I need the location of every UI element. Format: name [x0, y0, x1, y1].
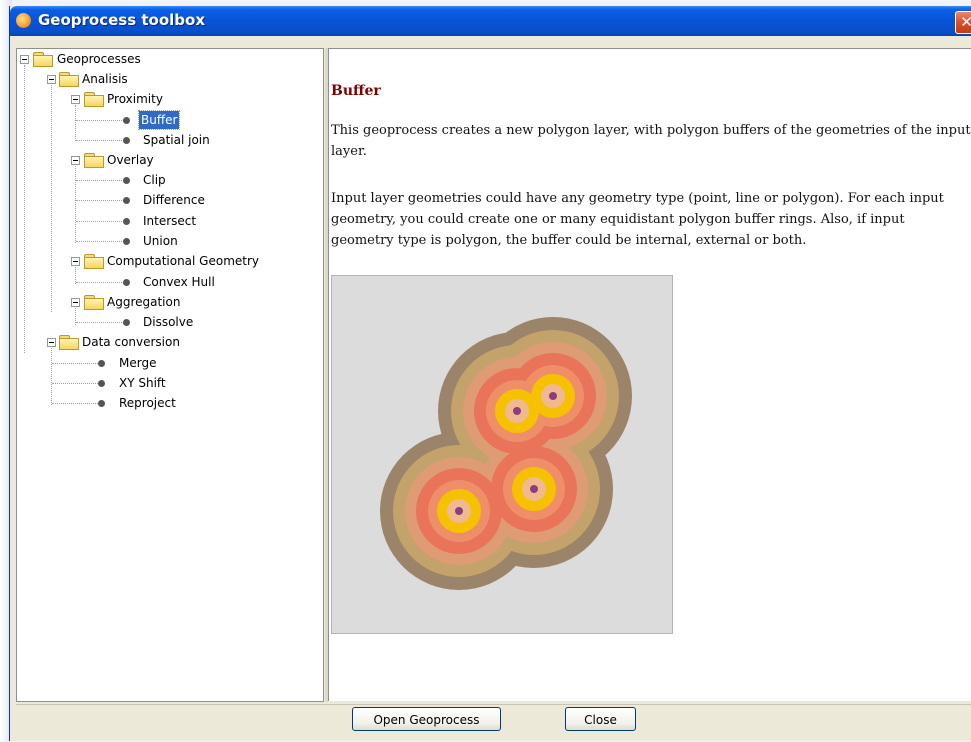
tree-node-clip[interactable]: Clip	[17, 171, 317, 189]
tree-label: Union	[143, 234, 178, 248]
help-paragraph-1: This geoprocess creates a new polygon la…	[331, 123, 971, 159]
collapse-icon[interactable]	[47, 75, 56, 84]
tree-label: Convex Hull	[143, 275, 215, 289]
tree-connector	[76, 282, 126, 283]
tree-label: Clip	[143, 173, 166, 187]
input-point	[513, 407, 521, 415]
tree-node-convex-hull[interactable]: Convex Hull	[17, 273, 317, 291]
leaf-bullet-icon	[98, 380, 105, 387]
leaf-bullet-icon	[123, 197, 130, 204]
window-title: Geoprocess toolbox	[38, 11, 206, 29]
leaf-bullet-icon	[98, 360, 105, 367]
open-geoprocess-button[interactable]: Open Geoprocess	[352, 707, 501, 731]
title-bar[interactable]: Geoprocess toolbox ✕	[10, 6, 971, 36]
collapse-icon[interactable]	[71, 156, 80, 165]
tree-label: Buffer	[137, 110, 181, 130]
tree-node-geoprocesses[interactable]: Geoprocesses	[17, 50, 317, 68]
help-title: Buffer	[331, 83, 381, 99]
close-window-button[interactable]: ✕	[955, 11, 971, 34]
leaf-bullet-icon	[123, 218, 130, 225]
help-paragraph-2: Input layer geometries could have any ge…	[331, 191, 944, 248]
folder-open-icon	[84, 254, 104, 269]
tree-connector	[76, 221, 126, 222]
tree-connector	[76, 241, 126, 242]
tree-label: Reproject	[119, 396, 176, 410]
geoprocess-toolbox-window: Geoprocess toolbox ✕ Geoprocesses Analis…	[9, 6, 971, 741]
tree-label: Spatial join	[143, 133, 210, 147]
tree-connector	[76, 180, 126, 181]
leaf-bullet-icon	[123, 238, 130, 245]
tree-connector	[52, 363, 102, 364]
tree-node-reproject[interactable]: Reproject	[17, 394, 317, 412]
tree-node-aggregation[interactable]: Aggregation	[17, 293, 317, 311]
folder-open-icon	[33, 52, 53, 67]
folder-open-icon	[84, 92, 104, 107]
tree-connector	[52, 383, 102, 384]
tree-node-data-conversion[interactable]: Data conversion	[17, 333, 317, 351]
buffer-rings-diagram	[380, 317, 632, 590]
tree-connector	[76, 322, 126, 323]
leaf-bullet-icon	[123, 117, 130, 124]
tree-label: Proximity	[107, 92, 163, 106]
tree-node-xy-shift[interactable]: XY Shift	[17, 374, 317, 392]
input-point	[455, 507, 463, 515]
folder-open-icon	[59, 335, 79, 350]
tree-label: Computational Geometry	[107, 254, 260, 268]
buffer-illustration	[331, 275, 673, 634]
tree-label: Intersect	[143, 214, 197, 228]
collapse-icon[interactable]	[20, 55, 29, 64]
tree-node-analisis[interactable]: Analisis	[17, 70, 317, 88]
folder-open-icon	[84, 153, 104, 168]
tree-connector	[76, 140, 126, 141]
help-panel: Buffer This geoprocess creates a new pol…	[328, 48, 971, 701]
gvsig-icon	[16, 13, 31, 28]
tree-connector	[76, 200, 126, 201]
tree-connector	[52, 403, 102, 404]
tree-label: Difference	[143, 193, 205, 207]
leaf-bullet-icon	[123, 137, 130, 144]
tree-label: Overlay	[107, 153, 154, 167]
geoprocess-tree[interactable]: Geoprocesses Analisis Proximity Buffer S…	[16, 48, 324, 702]
collapse-icon[interactable]	[71, 257, 80, 266]
tree-node-merge[interactable]: Merge	[17, 354, 317, 372]
leaf-bullet-icon	[123, 177, 130, 184]
tree-node-overlay[interactable]: Overlay	[17, 151, 317, 169]
tree-node-computational-geometry[interactable]: Computational Geometry	[17, 252, 317, 270]
tree-label: Merge	[119, 356, 157, 370]
leaf-bullet-icon	[98, 400, 105, 407]
input-point	[549, 392, 557, 400]
tree-label: Geoprocesses	[57, 52, 141, 66]
tree-node-dissolve[interactable]: Dissolve	[17, 313, 317, 331]
tree-node-buffer[interactable]: Buffer	[17, 110, 317, 130]
tree-label: Dissolve	[143, 315, 194, 329]
tree-label: Aggregation	[107, 295, 181, 309]
close-button[interactable]: Close	[565, 707, 636, 731]
folder-open-icon	[59, 72, 79, 87]
tree-node-spatial-join[interactable]: Spatial join	[17, 131, 317, 149]
tree-node-proximity[interactable]: Proximity	[17, 90, 317, 108]
collapse-icon[interactable]	[71, 298, 80, 307]
tree-label: Data conversion	[82, 335, 180, 349]
tree-node-intersect[interactable]: Intersect	[17, 212, 317, 230]
tree-label: XY Shift	[119, 376, 166, 390]
collapse-icon[interactable]	[71, 95, 80, 104]
collapse-icon[interactable]	[47, 338, 56, 347]
tree-label: Analisis	[82, 72, 128, 86]
tree-connector	[76, 120, 126, 121]
leaf-bullet-icon	[123, 279, 130, 286]
leaf-bullet-icon	[123, 319, 130, 326]
tree-node-union[interactable]: Union	[17, 232, 317, 250]
folder-open-icon	[84, 295, 104, 310]
tree-node-difference[interactable]: Difference	[17, 191, 317, 209]
input-point	[530, 485, 538, 493]
